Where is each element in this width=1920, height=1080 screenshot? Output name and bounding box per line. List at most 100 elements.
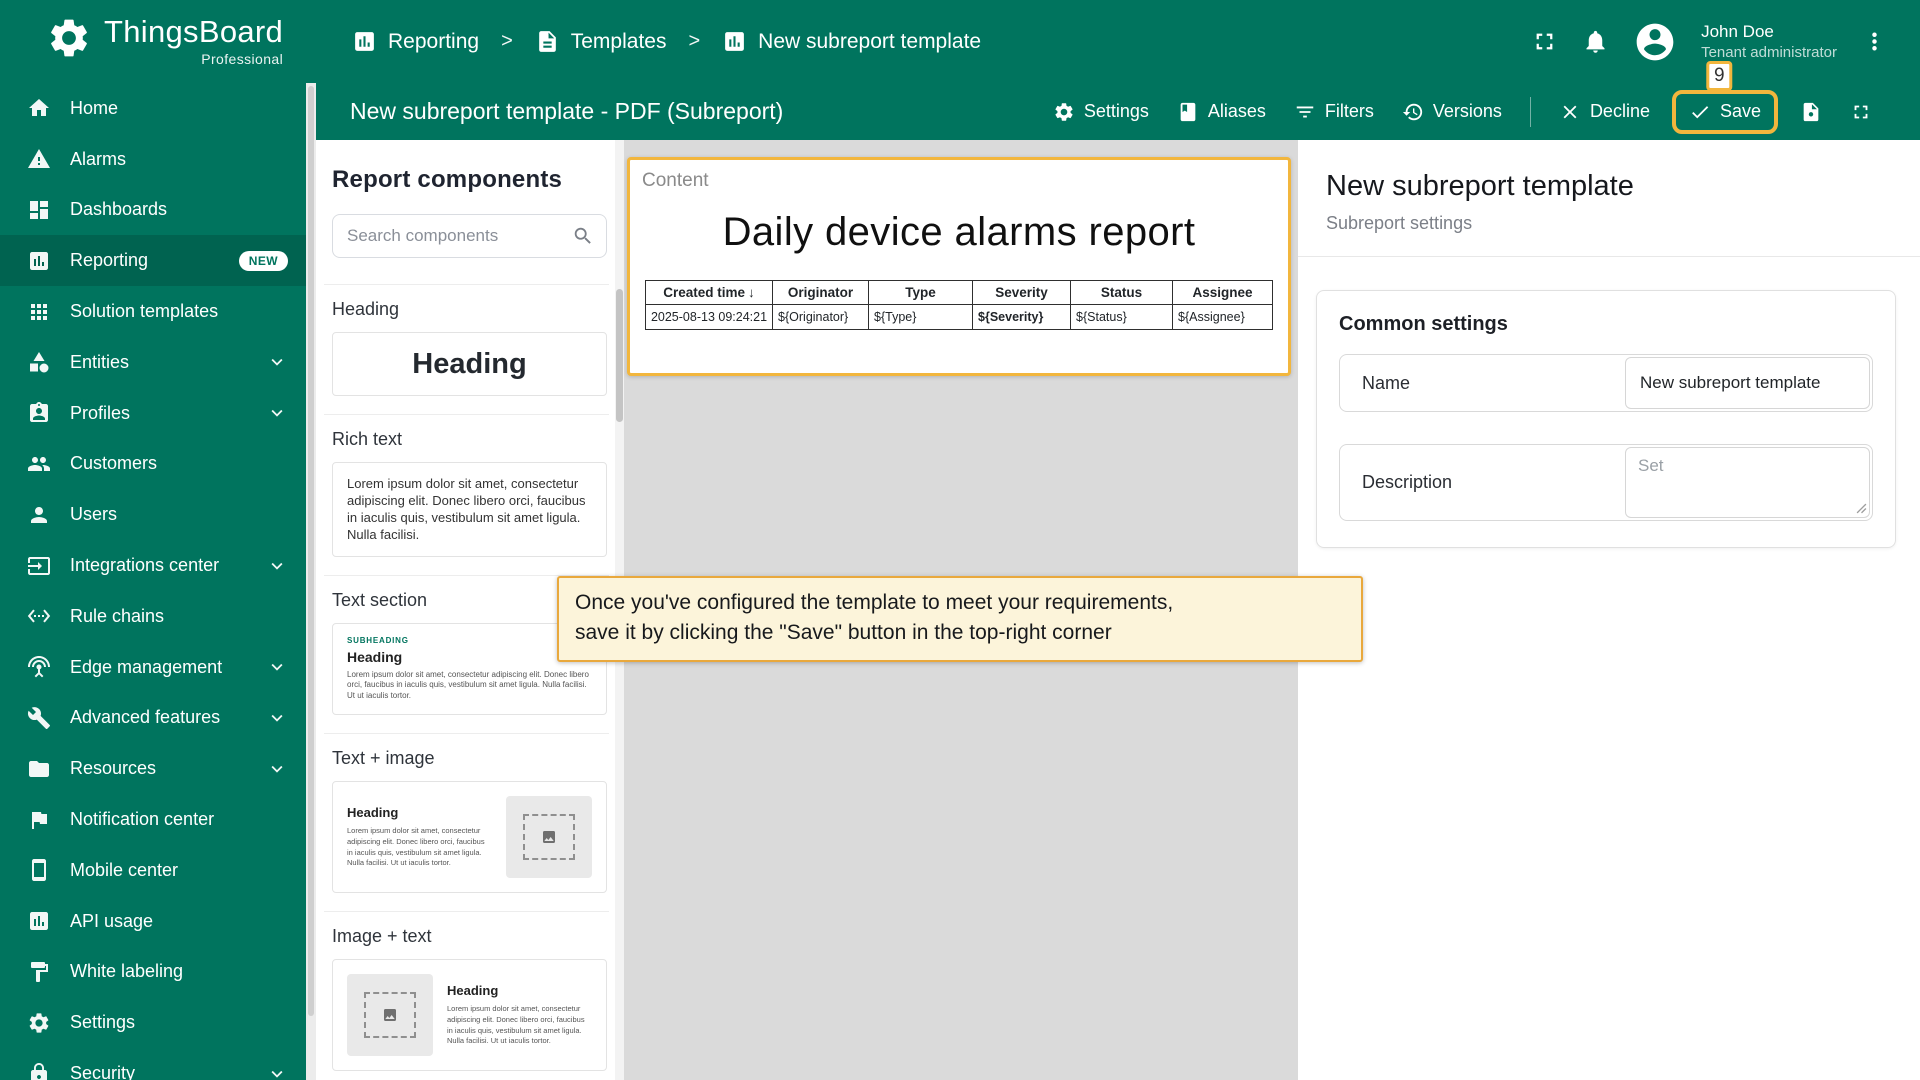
image-placeholder-frame bbox=[364, 992, 416, 1039]
search-components-box[interactable] bbox=[332, 214, 607, 258]
users-icon bbox=[31, 506, 47, 523]
sidebar-item-white-labeling[interactable]: White labeling bbox=[0, 947, 306, 998]
sidebar-item-home[interactable]: Home bbox=[0, 83, 306, 134]
account-circle-icon bbox=[1636, 23, 1674, 60]
sidebar-item-profiles[interactable]: Profiles bbox=[0, 388, 306, 439]
common-settings-card: Common settings Name Description bbox=[1316, 290, 1896, 548]
component-card-heading[interactable]: Heading bbox=[332, 332, 607, 396]
fullscreen-button[interactable] bbox=[1531, 28, 1558, 55]
sidebar-item-label: Customers bbox=[70, 453, 158, 474]
report-preview-button[interactable] bbox=[1790, 94, 1832, 130]
toolbar-separator bbox=[1529, 96, 1531, 127]
sidebar: Home Alarms Dashboards Reporting NEW Solu… bbox=[0, 83, 306, 1080]
breadcrumb-item-templates[interactable]: Templates bbox=[535, 29, 666, 54]
sidebar-scrollbar[interactable] bbox=[306, 83, 316, 1080]
sidebar-item-api-usage[interactable]: API usage bbox=[0, 896, 306, 947]
component-card-text-image[interactable]: Heading Lorem ipsum dolor sit amet, cons… bbox=[332, 781, 607, 894]
editor-toolbar: New subreport template - PDF (Subreport)… bbox=[316, 60, 1920, 140]
filters-button[interactable]: Filters bbox=[1284, 94, 1384, 130]
sidebar-item-rule-chains[interactable]: Rule chains bbox=[0, 591, 306, 642]
alarms-table-header-row: Created time ↓ Originator Type Severity S… bbox=[644, 280, 1274, 305]
table-header-type: Type bbox=[868, 280, 974, 305]
sidebar-item-mobile-center[interactable]: Mobile center bbox=[0, 845, 306, 896]
cell-severity: ${Severity} bbox=[972, 304, 1072, 330]
user-role: Tenant administrator bbox=[1701, 43, 1837, 61]
sidebar-item-entities[interactable]: Entities bbox=[0, 337, 306, 388]
sidebar-item-resources[interactable]: Resources bbox=[0, 743, 306, 794]
details-subtitle: Subreport settings bbox=[1326, 213, 1473, 233]
cell-assignee: ${Assignee} bbox=[1172, 304, 1274, 330]
sidebar-item-label: Reporting bbox=[70, 250, 149, 271]
settings-button[interactable]: Settings bbox=[1043, 94, 1159, 130]
api-usage-icon bbox=[30, 912, 48, 931]
notifications-button[interactable] bbox=[1582, 28, 1609, 55]
report-title: Daily device alarms report bbox=[722, 210, 1196, 254]
component-section-text-image: Text + image Heading Lorem ipsum dolor s… bbox=[324, 733, 609, 911]
decline-button[interactable]: Decline bbox=[1549, 94, 1660, 130]
components-scrollbar-thumb[interactable] bbox=[616, 289, 623, 422]
description-textarea[interactable] bbox=[1625, 447, 1870, 518]
sidebar-item-security[interactable]: Security bbox=[0, 1048, 306, 1080]
tooltip-line-1: Once you've configured the template to m… bbox=[575, 591, 1174, 614]
more-menu-button[interactable] bbox=[1861, 28, 1888, 55]
sidebar-item-solution-templates[interactable]: Solution templates bbox=[0, 286, 306, 337]
sidebar-item-alarms[interactable]: Alarms bbox=[0, 134, 306, 185]
sidebar-item-edge-management[interactable]: Edge management bbox=[0, 642, 306, 693]
versions-button-label: Versions bbox=[1432, 101, 1502, 121]
solution-templates-icon bbox=[31, 303, 47, 320]
component-card-rich-text[interactable]: Lorem ipsum dolor sit amet, consectetur … bbox=[332, 462, 607, 557]
settings-button-label: Settings bbox=[1083, 101, 1149, 121]
cell-status: ${Status} bbox=[1070, 304, 1174, 330]
sidebar-item-label: Users bbox=[70, 504, 118, 525]
search-components-input[interactable] bbox=[333, 226, 572, 246]
breadcrumb-separator: > bbox=[688, 30, 701, 52]
image-placeholder bbox=[506, 796, 592, 879]
save-button[interactable]: Save bbox=[1679, 94, 1771, 130]
sidebar-item-notification-center[interactable]: Notification center bbox=[0, 794, 306, 845]
sidebar-item-reporting[interactable]: Reporting NEW bbox=[0, 235, 306, 287]
sidebar-item-dashboards[interactable]: Dashboards bbox=[0, 185, 306, 236]
component-card-image-text[interactable]: Heading Lorem ipsum dolor sit amet, cons… bbox=[332, 959, 607, 1072]
filter-icon bbox=[1296, 106, 1314, 117]
name-input[interactable] bbox=[1625, 357, 1870, 409]
preview-text: Lorem ipsum dolor sit amet, consectetur … bbox=[347, 825, 485, 868]
preview-text-block: Heading Lorem ipsum dolor sit amet, cons… bbox=[447, 983, 592, 1048]
reporting-icon bbox=[355, 32, 374, 51]
sidebar-item-users[interactable]: Users bbox=[0, 489, 306, 540]
sidebar-scrollbar-thumb[interactable] bbox=[308, 86, 314, 1016]
home-icon bbox=[29, 99, 49, 117]
versions-button[interactable]: Versions bbox=[1392, 94, 1512, 130]
brand-name: ThingsBoard bbox=[104, 14, 284, 49]
sidebar-item-settings[interactable]: Settings bbox=[0, 997, 306, 1048]
sidebar-item-advanced-features[interactable]: Advanced features bbox=[0, 693, 306, 744]
image-icon bbox=[384, 1009, 396, 1022]
check-icon bbox=[1692, 105, 1709, 118]
sidebar-item-label: Solution templates bbox=[70, 301, 219, 322]
aliases-button[interactable]: Aliases bbox=[1167, 94, 1276, 130]
content-block[interactable]: Content Daily device alarms report Creat… bbox=[627, 157, 1291, 376]
customers-icon bbox=[28, 456, 50, 471]
preview-text-block: Heading Lorem ipsum dolor sit amet, cons… bbox=[347, 805, 492, 870]
toolbar-fullscreen-button[interactable] bbox=[1840, 94, 1882, 130]
sidebar-item-label: Entities bbox=[70, 351, 130, 372]
save-highlight-ring: 9 Save bbox=[1671, 60, 1778, 134]
user-avatar[interactable] bbox=[1633, 20, 1677, 64]
breadcrumb-item-reporting[interactable]: Reporting bbox=[352, 29, 479, 54]
component-section-label: Heading bbox=[332, 299, 400, 319]
resize-handle-icon[interactable] bbox=[1856, 503, 1867, 514]
settings-icon bbox=[29, 1013, 49, 1033]
app-header: ThingsBoard Professional Reporting > Tem… bbox=[0, 0, 1920, 83]
reporting-icon bbox=[30, 251, 48, 270]
breadcrumb-label: Reporting bbox=[388, 29, 480, 53]
sidebar-item-label: Advanced features bbox=[70, 707, 221, 728]
aliases-button-label: Aliases bbox=[1207, 101, 1266, 121]
sidebar-item-integrations-center[interactable]: Integrations center bbox=[0, 540, 306, 591]
preview-text: Lorem ipsum dolor sit amet, consectetur … bbox=[347, 476, 586, 543]
sidebar-item-label: Settings bbox=[70, 1012, 136, 1033]
profiles-icon bbox=[30, 402, 48, 423]
table-header-originator: Originator bbox=[772, 280, 870, 305]
filters-button-label: Filters bbox=[1324, 101, 1374, 121]
table-header-severity: Severity bbox=[972, 280, 1072, 305]
user-meta: John Doe Tenant administrator bbox=[1701, 21, 1837, 63]
sidebar-item-customers[interactable]: Customers bbox=[0, 439, 306, 490]
